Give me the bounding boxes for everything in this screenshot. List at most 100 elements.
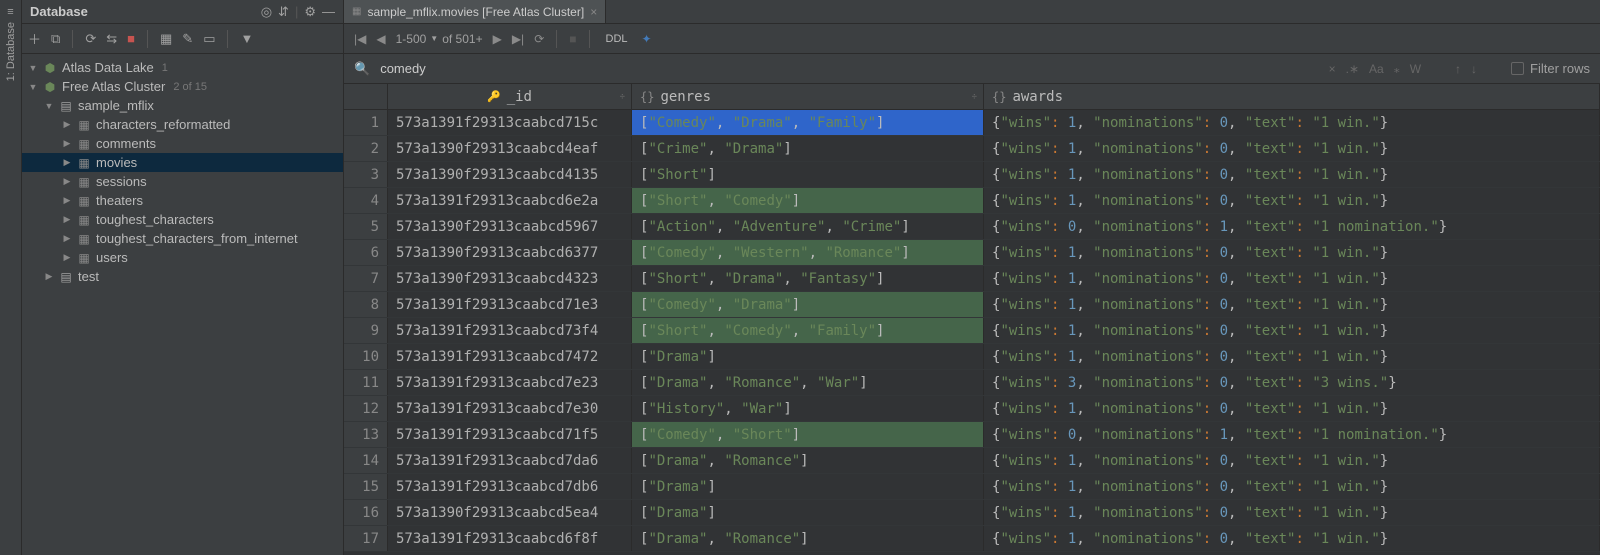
cell-genres[interactable]: ["Drama", "Romance"] [632,526,984,551]
cell-genres[interactable]: ["Drama", "Romance", "War"] [632,370,984,395]
cell-id[interactable]: 573a1390f29313caabcd4135 [388,162,632,187]
tree-item-toughest-characters[interactable]: ▶▦toughest_characters [22,210,343,229]
tree-item-free-atlas-cluster[interactable]: ▼⬢Free Atlas Cluster2 of 15 [22,77,343,96]
tree-item-movies[interactable]: ▶▦movies [22,153,343,172]
cell-genres[interactable]: ["Comedy", "Western", "Romance"] [632,240,984,265]
wand-icon[interactable]: ✦ [642,32,652,46]
target-icon[interactable]: ◎ [261,4,272,20]
result-grid[interactable]: 🔑 _id ÷ {} genres ÷ {} awards 1573a1391f… [344,84,1600,555]
expand-arrow-icon[interactable]: ▼ [44,101,54,111]
column-id[interactable]: 🔑 _id ÷ [388,84,632,109]
cell-awards[interactable]: {"wins": 1, "nominations": 0, "text": "1… [984,136,1600,161]
word-icon[interactable]: ⁎ [1394,62,1400,76]
page-info[interactable]: 1-500 ▼ of 501+ [396,32,483,46]
cell-awards[interactable]: {"wins": 1, "nominations": 0, "text": "1… [984,474,1600,499]
cell-awards[interactable]: {"wins": 1, "nominations": 0, "text": "1… [984,266,1600,291]
prev-match-icon[interactable]: ↑ [1455,62,1461,76]
row-number[interactable]: 3 [344,162,388,187]
tree-item-sample-mflix[interactable]: ▼▤sample_mflix [22,96,343,115]
expand-arrow-icon[interactable]: ▶ [62,252,72,263]
edit-icon[interactable]: ✎ [182,31,193,47]
duplicate-icon[interactable]: ⧉ [51,31,60,47]
database-tree[interactable]: ▼⬢Atlas Data Lake1▼⬢Free Atlas Cluster2 … [22,54,343,555]
cell-awards[interactable]: {"wins": 0, "nominations": 1, "text": "1… [984,214,1600,239]
cell-genres[interactable]: ["Comedy", "Short"] [632,422,984,447]
expand-arrow-icon[interactable]: ▶ [62,214,72,225]
table-row[interactable]: 2573a1390f29313caabcd4eaf["Crime", "Dram… [344,136,1600,162]
table-row[interactable]: 16573a1390f29313caabcd5ea4["Drama"]{"win… [344,500,1600,526]
cell-awards[interactable]: {"wins": 1, "nominations": 0, "text": "1… [984,396,1600,421]
cell-awards[interactable]: {"wins": 1, "nominations": 0, "text": "1… [984,448,1600,473]
cell-id[interactable]: 573a1391f29313caabcd7472 [388,344,632,369]
cell-id[interactable]: 573a1391f29313caabcd7e23 [388,370,632,395]
cell-genres[interactable]: ["History", "War"] [632,396,984,421]
cell-id[interactable]: 573a1391f29313caabcd6f8f [388,526,632,551]
cell-id[interactable]: 573a1391f29313caabcd71f5 [388,422,632,447]
cell-awards[interactable]: {"wins": 3, "nominations": 0, "text": "3… [984,370,1600,395]
table-row[interactable]: 6573a1390f29313caabcd6377["Comedy", "Wes… [344,240,1600,266]
cell-awards[interactable]: {"wins": 1, "nominations": 0, "text": "1… [984,110,1600,135]
table-row[interactable]: 15573a1391f29313caabcd7db6["Drama"]{"win… [344,474,1600,500]
row-number[interactable]: 1 [344,110,388,135]
add-icon[interactable]: ＋ [28,29,41,48]
row-number[interactable]: 14 [344,448,388,473]
row-number[interactable]: 7 [344,266,388,291]
expand-arrow-icon[interactable]: ▼ [28,63,38,73]
cell-genres[interactable]: ["Action", "Adventure", "Crime"] [632,214,984,239]
cell-awards[interactable]: {"wins": 1, "nominations": 0, "text": "1… [984,500,1600,525]
cell-genres[interactable]: ["Short", "Comedy", "Family"] [632,318,984,343]
row-number[interactable]: 2 [344,136,388,161]
filter-rows-checkbox[interactable]: Filter rows [1511,61,1590,76]
cell-id[interactable]: 573a1391f29313caabcd7da6 [388,448,632,473]
table-row[interactable]: 9573a1391f29313caabcd73f4["Short", "Come… [344,318,1600,344]
cell-genres[interactable]: ["Comedy", "Drama", "Family"] [632,110,984,135]
row-number[interactable]: 11 [344,370,388,395]
console-icon[interactable]: ▭ [203,31,215,47]
row-number[interactable]: 4 [344,188,388,213]
tree-item-theaters[interactable]: ▶▦theaters [22,191,343,210]
first-page-icon[interactable]: |◀ [354,32,366,46]
column-genres[interactable]: {} genres ÷ [632,84,984,109]
whole-word-icon[interactable]: W [1410,62,1421,76]
cell-id[interactable]: 573a1391f29313caabcd71e3 [388,292,632,317]
row-number[interactable]: 15 [344,474,388,499]
cell-genres[interactable]: ["Short"] [632,162,984,187]
cell-id[interactable]: 573a1390f29313caabcd4323 [388,266,632,291]
cell-id[interactable]: 573a1391f29313caabcd7db6 [388,474,632,499]
reload-icon[interactable]: ⟳ [534,32,544,46]
cell-genres[interactable]: ["Comedy", "Drama"] [632,292,984,317]
cell-awards[interactable]: {"wins": 1, "nominations": 0, "text": "1… [984,188,1600,213]
table-row[interactable]: 17573a1391f29313caabcd6f8f["Drama", "Rom… [344,526,1600,552]
stop-icon[interactable]: ■ [127,31,135,46]
next-page-icon[interactable]: ▶ [493,32,502,46]
collapse-icon[interactable]: ⇵ [278,4,289,20]
minimize-icon[interactable]: — [322,4,335,19]
tree-item-toughest-characters-from-internet[interactable]: ▶▦toughest_characters_from_internet [22,229,343,248]
cell-id[interactable]: 573a1391f29313caabcd6e2a [388,188,632,213]
cell-awards[interactable]: {"wins": 0, "nominations": 1, "text": "1… [984,422,1600,447]
table-row[interactable]: 12573a1391f29313caabcd7e30["History", "W… [344,396,1600,422]
expand-arrow-icon[interactable]: ▼ [28,82,38,92]
search-input[interactable] [380,61,1318,76]
row-number[interactable]: 6 [344,240,388,265]
expand-arrow-icon[interactable]: ▶ [62,233,72,244]
tool-window-stripe[interactable]: ≡ 1: Database [0,0,22,555]
table-row[interactable]: 13573a1391f29313caabcd71f5["Comedy", "Sh… [344,422,1600,448]
tree-item-test[interactable]: ▶▤test [22,267,343,286]
table-row[interactable]: 3573a1390f29313caabcd4135["Short"]{"wins… [344,162,1600,188]
expand-arrow-icon[interactable]: ▶ [62,195,72,206]
regex-icon[interactable]: .∗ [1346,62,1359,76]
expand-arrow-icon[interactable]: ▶ [44,271,54,282]
gear-icon[interactable]: ⚙ [304,4,316,20]
cell-genres[interactable]: ["Drama"] [632,474,984,499]
cell-genres[interactable]: ["Short", "Comedy"] [632,188,984,213]
sync-icon[interactable]: ⇆ [106,31,117,47]
cell-id[interactable]: 573a1391f29313caabcd7e30 [388,396,632,421]
expand-arrow-icon[interactable]: ▶ [62,119,72,130]
row-number[interactable]: 9 [344,318,388,343]
tree-item-atlas-data-lake[interactable]: ▼⬢Atlas Data Lake1 [22,58,343,77]
cell-genres[interactable]: ["Drama"] [632,500,984,525]
table-row[interactable]: 8573a1391f29313caabcd71e3["Comedy", "Dra… [344,292,1600,318]
table-row[interactable]: 1573a1391f29313caabcd715c["Comedy", "Dra… [344,110,1600,136]
tab-movies[interactable]: ▦ sample_mflix.movies [Free Atlas Cluste… [344,0,606,23]
